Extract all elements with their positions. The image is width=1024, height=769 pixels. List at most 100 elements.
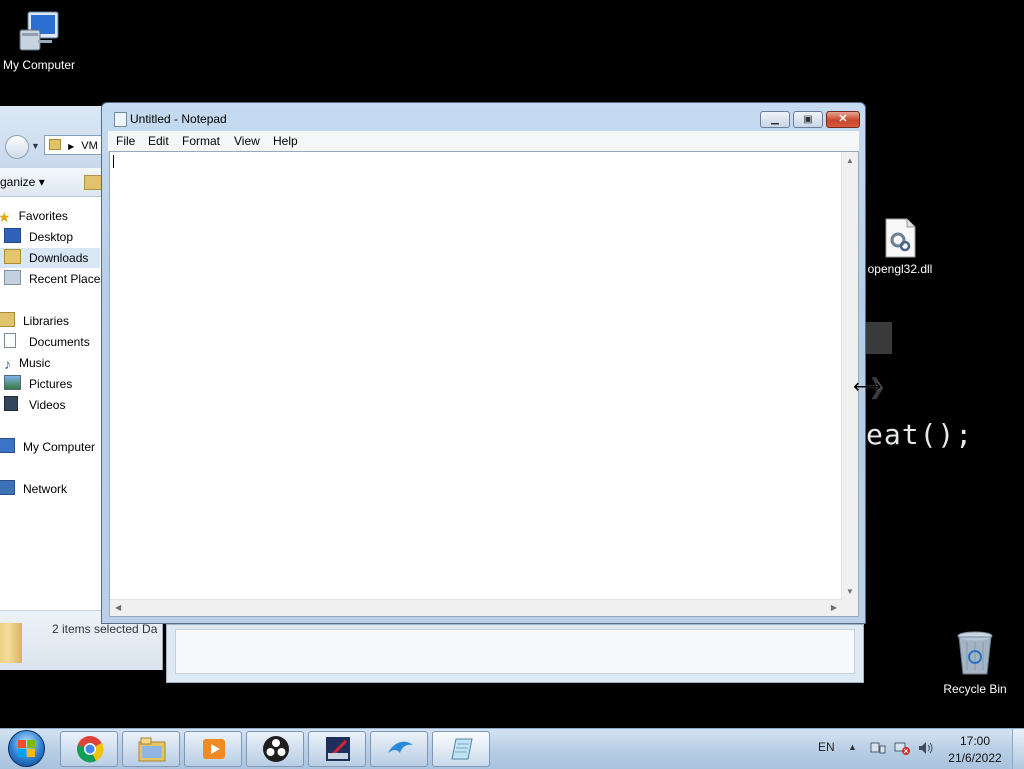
background-code-text: eat(); [866,418,974,451]
background-window-content [175,629,855,674]
text-caret [113,155,114,168]
menu-file[interactable]: File [116,134,135,148]
taskbar-dolphin[interactable] [370,731,428,767]
pictures-icon [4,375,21,390]
nav-label: Videos [29,398,66,412]
organize-button[interactable]: rganize ▾ [0,175,45,189]
chevron-down-icon[interactable]: ▼ [31,141,40,151]
nav-label: Pictures [29,377,73,391]
nav-label: Desktop [29,230,74,244]
show-hidden-icons-icon[interactable]: ▲ [848,742,857,752]
volume-icon[interactable] [918,741,934,755]
star-icon: ★ [0,207,11,225]
clock-time[interactable]: 17:00 [950,734,1000,748]
scroll-down-icon[interactable]: ▼ [846,587,854,596]
nav-label: Network [23,482,68,496]
text-editor-area[interactable]: ▲ ▼ ◀ ▶ [109,151,859,617]
recycle-bin-icon [957,631,993,675]
chevron-right-icon: ▶ [68,142,75,151]
network-error-icon[interactable] [894,741,910,755]
selection-status: 2 items selected Da [52,622,158,636]
address-text: VM [81,140,98,152]
notepad-icon [451,738,473,760]
close-button[interactable]: ✕ [826,111,860,128]
nav-music[interactable]: ♪ Music [0,353,50,373]
nav-libraries[interactable]: Libraries [0,311,69,331]
window-title: Untitled - Notepad [130,112,227,126]
desktop-icon-recycle-bin[interactable]: Recycle Bin [938,630,1012,696]
language-indicator[interactable]: EN [818,740,835,754]
start-button[interactable] [4,730,50,768]
horizontal-scrollbar[interactable]: ◀ ▶ [110,599,842,616]
taskbar-explorer[interactable] [122,731,180,767]
media-player-icon [203,739,225,759]
minimize-button[interactable]: ▁ [760,111,790,128]
nav-my-computer[interactable]: My Computer [0,437,95,457]
menu-view[interactable]: View [234,134,260,148]
notepad-icon [114,112,127,127]
notepad-window[interactable]: Untitled - Notepad ▁ ▣ ✕ File Edit Forma… [101,102,866,624]
dolphin-icon [388,741,413,753]
nav-label: Favorites [18,209,68,223]
background-window[interactable] [166,624,864,683]
nav-desktop[interactable]: Desktop [0,227,73,247]
menu-edit[interactable]: Edit [148,134,169,148]
nav-documents[interactable]: Documents [0,332,90,352]
devices-icon[interactable] [870,741,886,755]
desktop-icon-label: Recycle Bin [943,682,1007,696]
nav-pictures[interactable]: Pictures [0,374,72,394]
desktop-icon-opengl-dll[interactable]: opengl32.dll [858,218,942,276]
clock-date[interactable]: 21/6/2022 [944,751,1006,765]
nav-recent-places[interactable]: Recent Places [0,269,106,289]
network-icon [0,480,15,495]
resize-grip[interactable] [842,600,858,616]
computer-icon [19,11,59,51]
nav-downloads[interactable]: Downloads [0,248,100,268]
dll-file-icon [885,218,916,258]
desktop-icon [4,228,21,243]
show-desktop-button[interactable] [1012,729,1024,769]
taskbar-obs[interactable] [246,731,304,767]
close-icon: ✕ [838,113,848,125]
music-icon: ♪ [4,356,11,372]
folder-icon [0,623,22,663]
computer-icon [0,438,15,453]
nav-network[interactable]: Network [0,479,67,499]
nav-videos[interactable]: Videos [0,395,65,415]
maximize-button[interactable]: ▣ [793,111,823,128]
nav-label: Documents [29,335,90,349]
menu-bar: File Edit Format View Help [108,131,859,151]
libraries-icon [0,312,15,327]
taskbar-editor[interactable] [308,731,366,767]
windows-logo-icon [18,740,35,757]
menu-help[interactable]: Help [273,134,298,148]
taskbar-media-player[interactable] [184,731,242,767]
background-shape [862,322,892,354]
nav-label: Music [19,356,51,370]
nav-label: Recent Places [29,272,107,286]
recent-places-icon [4,270,21,285]
scroll-up-icon[interactable]: ▲ [846,156,854,165]
desktop-icon-label: My Computer [2,58,76,72]
scroll-left-icon[interactable]: ◀ [115,603,121,612]
folder-icon [49,139,61,150]
videos-icon [4,396,18,411]
explorer-icon [138,737,166,762]
nav-label: Downloads [29,251,89,265]
chrome-icon [77,736,104,763]
nav-label: Libraries [23,314,70,328]
new-folder-icon[interactable] [84,175,102,190]
taskbar-chrome[interactable] [60,731,118,767]
nav-favorites[interactable]: ★ Favorites [0,206,68,226]
downloads-folder-icon [4,249,21,264]
documents-icon [4,333,16,348]
taskbar-notepad[interactable] [432,731,490,767]
desktop-icon-label: opengl32.dll [867,262,933,276]
taskbar: EN ▲ 17:00 21/6/2022 [0,728,1024,769]
back-button[interactable] [5,135,29,159]
scroll-right-icon[interactable]: ▶ [831,603,837,612]
minimize-icon: ▁ [771,114,779,125]
menu-format[interactable]: Format [182,134,220,148]
desktop-icon-my-computer[interactable]: My Computer [0,8,78,72]
resize-cursor-icon: ⟷ [853,376,882,398]
